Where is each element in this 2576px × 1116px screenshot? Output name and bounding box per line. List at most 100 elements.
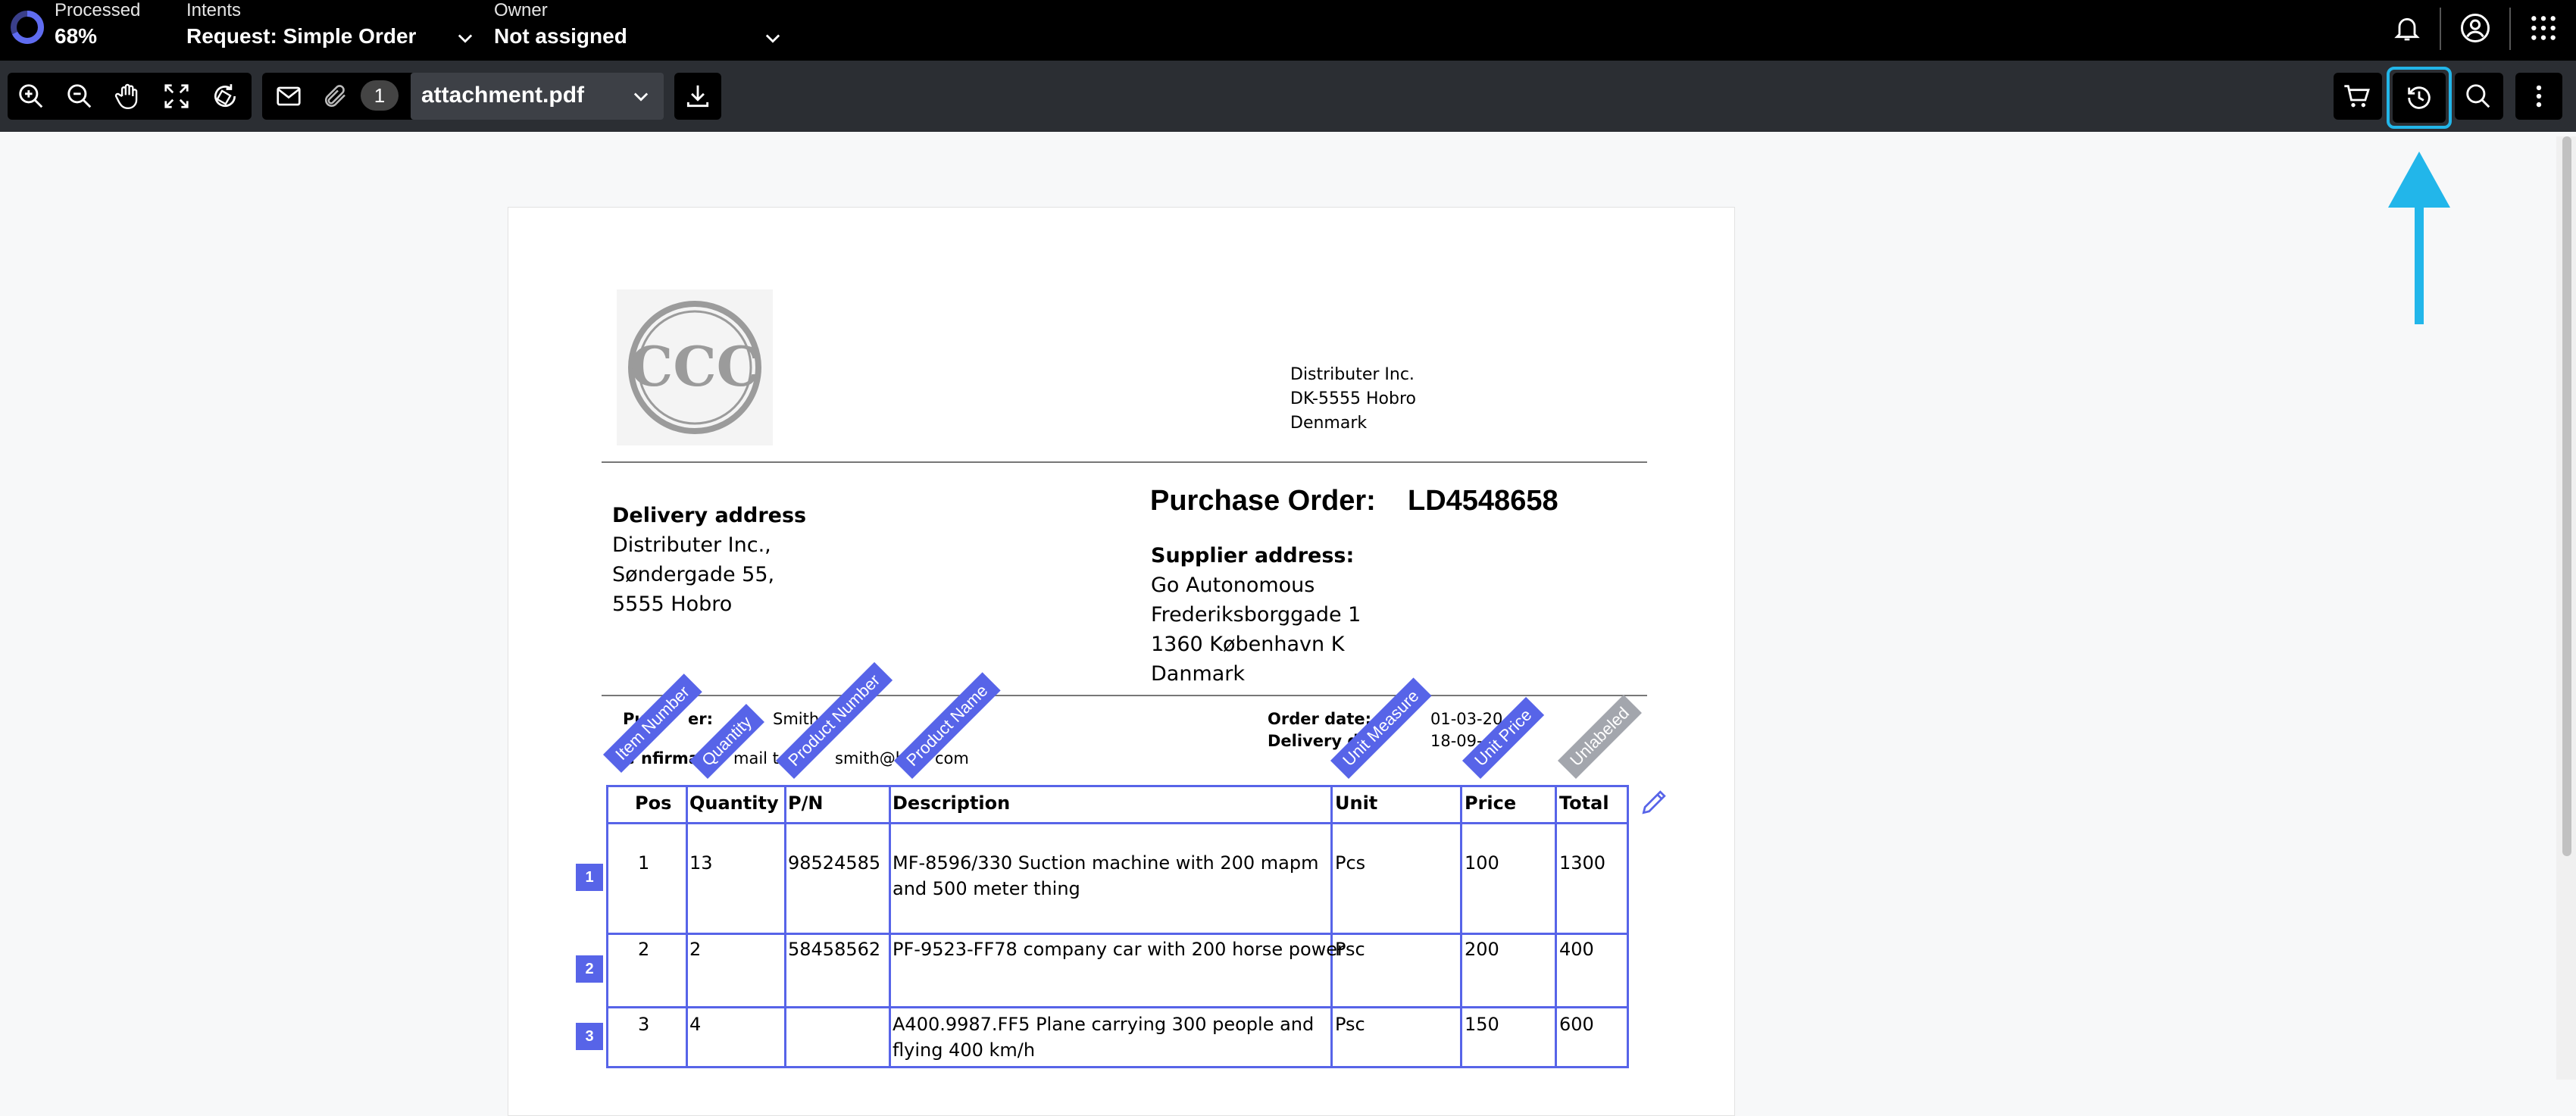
table-column-divider bbox=[784, 785, 786, 1068]
table-cell-pn: 98524585 bbox=[788, 852, 881, 874]
separator bbox=[2509, 8, 2511, 50]
attachment-select[interactable]: attachment.pdf bbox=[411, 73, 664, 120]
table-header-description: Description bbox=[893, 792, 1011, 814]
table-cell-price: 150 bbox=[1465, 1014, 1499, 1035]
supplier-line-1: Go Autonomous bbox=[1151, 574, 1315, 597]
table-row-divider bbox=[606, 933, 1629, 935]
scrollbar-thumb[interactable] bbox=[2562, 136, 2571, 856]
cart-icon[interactable] bbox=[2334, 73, 2381, 120]
zoom-in-icon[interactable] bbox=[8, 73, 55, 120]
table-header-total: Total bbox=[1559, 792, 1609, 814]
more-group bbox=[2515, 73, 2562, 120]
processed-value: 68% bbox=[55, 24, 98, 48]
table-cell-pos: 1 bbox=[638, 852, 650, 874]
search-group bbox=[2455, 73, 2503, 120]
table-column-divider bbox=[1460, 785, 1462, 1068]
zoom-tools-group bbox=[8, 73, 252, 120]
rotate-icon[interactable] bbox=[202, 73, 249, 120]
delivery-heading: Delivery address bbox=[612, 504, 807, 527]
supplier-line-4: Danmark bbox=[1151, 662, 1246, 686]
order-date-value: 01-03-20 bbox=[1430, 710, 1503, 728]
table-row-divider bbox=[606, 1006, 1629, 1008]
zoom-out-icon[interactable] bbox=[56, 73, 103, 120]
owner-value: Not assigned bbox=[494, 24, 627, 48]
table-cell-description-cont: and 500 meter thing bbox=[893, 878, 1080, 899]
divider bbox=[602, 461, 1647, 463]
table-header-price: Price bbox=[1465, 792, 1517, 814]
row-badge[interactable]: 1 bbox=[576, 864, 603, 891]
table-cell-unit: Psc bbox=[1335, 939, 1365, 960]
chevron-down-icon bbox=[633, 92, 649, 102]
po-number: LD4548658 bbox=[1408, 485, 1558, 517]
supplier-heading: Supplier address: bbox=[1151, 544, 1355, 567]
table-cell-quantity: 2 bbox=[689, 939, 702, 960]
table-cell-pn: 58458562 bbox=[788, 939, 881, 960]
table-cell-price: 100 bbox=[1465, 852, 1499, 874]
top-bar: Processed 68% Intents Request: Simple Or… bbox=[0, 0, 2576, 61]
table-cell-quantity: 4 bbox=[689, 1014, 702, 1035]
table-cell-unit: Psc bbox=[1335, 1014, 1365, 1035]
table-cell-price: 200 bbox=[1465, 939, 1499, 960]
table-row-divider bbox=[606, 822, 1629, 824]
divider bbox=[602, 695, 1647, 696]
app-grid-icon[interactable] bbox=[2526, 11, 2561, 45]
pencil-icon bbox=[1642, 790, 1666, 814]
table-header-pos: Pos bbox=[635, 792, 672, 814]
separator bbox=[2440, 8, 2441, 50]
delivery-line-1: Distributer Inc., bbox=[612, 533, 771, 557]
sender-line-1: Distributer Inc. bbox=[1290, 365, 1415, 384]
intents-label: Intents bbox=[186, 0, 242, 20]
table-header-quantity: Quantity bbox=[689, 792, 779, 814]
search-icon[interactable] bbox=[2455, 73, 2502, 120]
delivery-line-2: Søndergade 55, bbox=[612, 563, 775, 586]
table-column-divider bbox=[1330, 785, 1333, 1068]
sender-line-3: Denmark bbox=[1290, 414, 1368, 433]
table-cell-quantity: 13 bbox=[689, 852, 713, 874]
paperclip-icon[interactable] bbox=[312, 73, 359, 120]
table-cell-description: A400.9987.FF5 Plane carrying 300 people … bbox=[893, 1014, 1315, 1035]
confirmation-tail: com bbox=[935, 749, 969, 767]
mail-icon[interactable] bbox=[265, 73, 312, 120]
row-badge[interactable]: 2 bbox=[576, 955, 603, 983]
chevron-down-icon bbox=[458, 34, 473, 43]
table-header-unit: Unit bbox=[1335, 792, 1378, 814]
logo-text: CCC bbox=[630, 334, 760, 399]
table-cell-description-cont: flying 400 km/h bbox=[893, 1039, 1036, 1061]
order-date-label: Order date: bbox=[1268, 710, 1372, 728]
attachment-count-badge: 1 bbox=[361, 80, 399, 111]
user-circle-icon[interactable] bbox=[2458, 11, 2493, 45]
active-tool-highlight bbox=[2387, 67, 2452, 129]
supplier-line-3: 1360 København K bbox=[1151, 633, 1345, 656]
fit-page-icon[interactable] bbox=[153, 73, 200, 120]
cart-group bbox=[2334, 73, 2382, 120]
table-cell-pos: 2 bbox=[638, 939, 650, 960]
sender-line-2: DK-5555 Hobro bbox=[1290, 389, 1416, 408]
table-column-divider bbox=[1555, 785, 1557, 1068]
progress-ring-icon bbox=[11, 11, 44, 44]
download-icon[interactable] bbox=[674, 73, 721, 120]
table-cell-total: 400 bbox=[1559, 939, 1594, 960]
table-cell-total: 1300 bbox=[1559, 852, 1606, 874]
table-cell-description: MF-8596/330 Suction machine with 200 map… bbox=[893, 852, 1319, 874]
company-logo: CCC bbox=[617, 289, 773, 445]
purchaser-label-end: er: bbox=[688, 710, 713, 728]
pointer-arrow-icon bbox=[2388, 152, 2450, 324]
table-cell-unit: Pcs bbox=[1335, 852, 1366, 874]
download-group bbox=[674, 73, 721, 120]
table-cell-pos: 3 bbox=[638, 1014, 650, 1035]
owner-label: Owner bbox=[494, 0, 548, 20]
table-cell-total: 600 bbox=[1559, 1014, 1594, 1035]
processed-label: Processed bbox=[55, 0, 141, 20]
hand-pan-icon[interactable] bbox=[105, 73, 152, 120]
row-badge[interactable]: 3 bbox=[576, 1023, 603, 1050]
table-column-divider bbox=[686, 785, 688, 1068]
po-title: Purchase Order: bbox=[1150, 485, 1376, 517]
delivery-line-3: 5555 Hobro bbox=[612, 592, 733, 616]
bell-icon[interactable] bbox=[2390, 11, 2424, 45]
edit-table-button[interactable] bbox=[1638, 785, 1671, 818]
more-vertical-icon[interactable] bbox=[2515, 73, 2562, 120]
table-cell-description: PF-9523-FF78 company car with 200 horse … bbox=[893, 939, 1345, 960]
intents-value: Request: Simple Order bbox=[186, 24, 417, 48]
table-header-pn: P/N bbox=[788, 792, 824, 814]
supplier-line-2: Frederiksborggade 1 bbox=[1151, 603, 1361, 627]
